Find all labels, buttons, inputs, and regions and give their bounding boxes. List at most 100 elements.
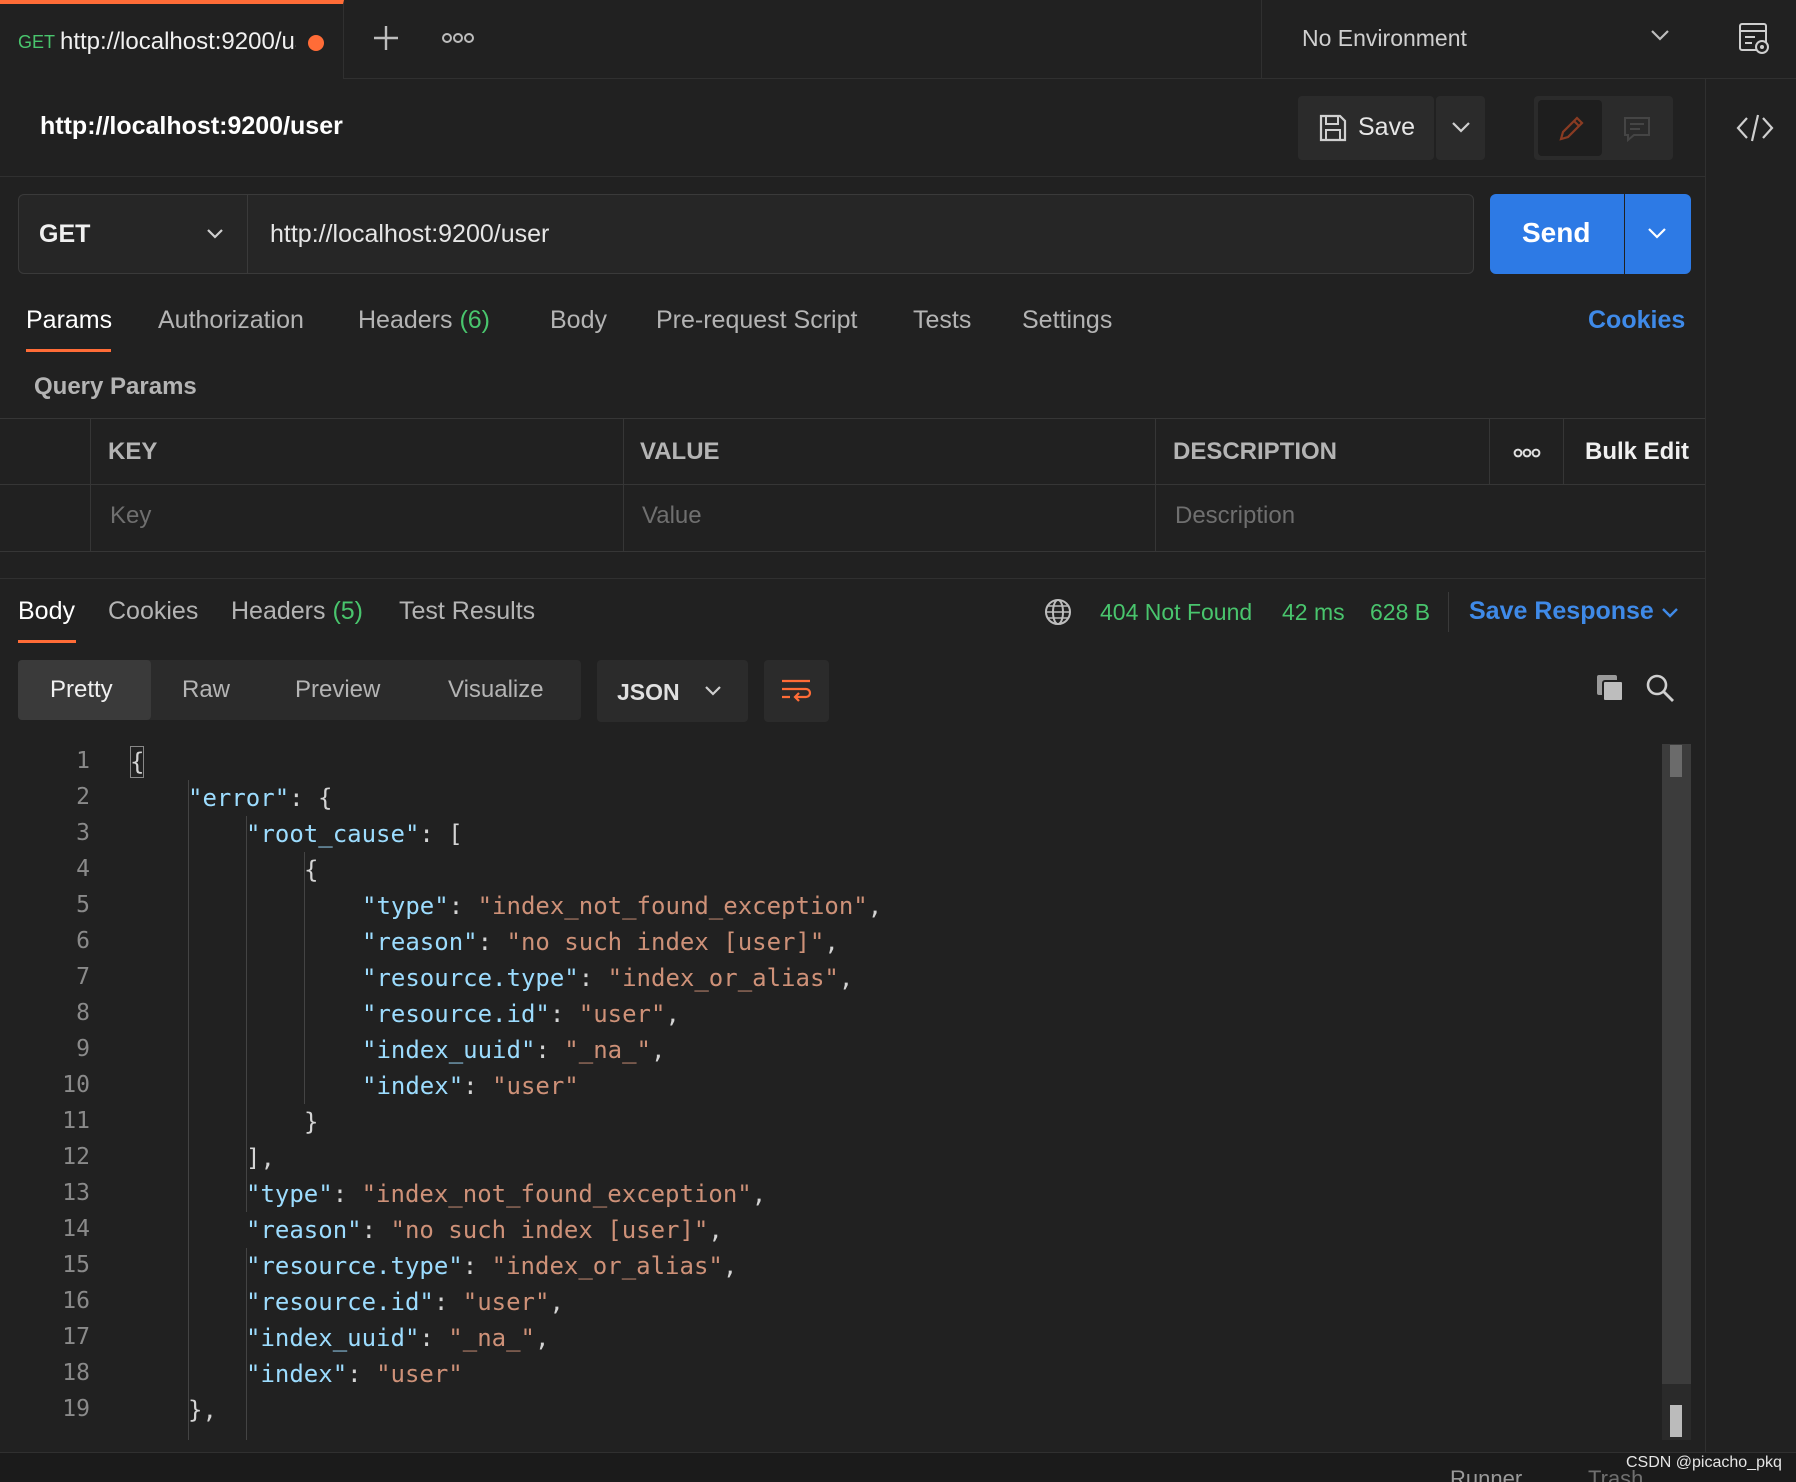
edit-button[interactable] [1538,100,1602,156]
tab-tests[interactable]: Tests [913,306,971,335]
tab-settings[interactable]: Settings [1022,306,1112,335]
bracket-match-highlight [130,746,144,778]
send-options-button[interactable] [1625,194,1691,274]
line-number: 4 [76,856,90,882]
code-line: ], [246,1144,275,1172]
request-title[interactable]: http://localhost:9200/user [40,112,343,141]
json-punctuation: : [578,964,608,992]
indent-guide [246,1248,247,1440]
json-punctuation: { [304,856,319,884]
tab-pre-request-script[interactable]: Pre-request Script [656,306,857,335]
json-punctuation: , [708,1216,723,1244]
environment-select[interactable]: No Environment [1261,0,1697,79]
copy-icon [1597,675,1624,702]
json-key: "error" [188,784,290,812]
json-key: "index_uuid" [362,1036,536,1064]
right-sidebar [1705,79,1796,1452]
chevron-down-icon [1651,30,1669,41]
view-mode-visualize[interactable]: Visualize [448,676,544,704]
cookies-link[interactable]: Cookies [1588,306,1685,335]
tab-options-button[interactable] [440,26,476,50]
json-string: "user" [462,1288,550,1316]
network-info-button[interactable] [1043,597,1073,627]
description-input[interactable]: Description [1175,502,1295,530]
json-key: "index_uuid" [246,1324,420,1352]
wrap-icon [782,679,812,702]
tab-authorization[interactable]: Authorization [158,306,304,335]
code-line: "resource.id": "user", [362,1000,680,1028]
json-punctuation: : [419,1324,449,1352]
code-line: "reason": "no such index [user]", [246,1216,723,1244]
json-key: "resource.type" [362,964,579,992]
tab-headers-count: (6) [459,306,491,334]
json-punctuation: , [751,1180,767,1208]
line-number: 6 [76,928,90,954]
value-input[interactable]: Value [642,502,702,530]
request-tab[interactable]: GET http://localhost:9200/user [0,0,344,79]
divider [0,176,1705,177]
json-punctuation: : [361,1216,391,1244]
code-line: { [304,856,318,884]
tab-body[interactable]: Body [550,306,607,335]
save-options-button[interactable] [1436,96,1485,160]
method-select[interactable]: GET [18,194,248,274]
new-tab-button[interactable] [368,20,404,56]
bulk-edit-button[interactable]: Bulk Edit [1585,438,1689,466]
watermark: CSDN @picacho_pkq [1626,1454,1782,1471]
line-number: 11 [62,1108,90,1134]
code-line: "resource.type": "index_or_alias", [362,964,853,992]
response-size[interactable]: 628 B [1370,599,1430,626]
json-punctuation: : [477,928,507,956]
line-number: 19 [62,1396,90,1422]
save-button[interactable]: Save [1298,96,1434,160]
copy-button[interactable] [1594,672,1626,704]
response-time[interactable]: 42 ms [1282,599,1345,626]
table-divider [1489,418,1490,484]
chevron-down-icon[interactable] [1660,606,1680,620]
code-line: "index_uuid": "_na_", [362,1036,665,1064]
json-punctuation: : [463,1072,493,1100]
json-punctuation: : [433,1288,463,1316]
url-value: http://localhost:9200/user [270,220,550,248]
view-mode-pretty-label[interactable]: Pretty [50,676,113,704]
environment-quick-look-button[interactable] [1736,20,1772,56]
json-punctuation: : [332,1180,362,1208]
table-options-button[interactable] [1512,443,1542,463]
tab-params[interactable]: Params [26,306,112,335]
view-mode-preview[interactable]: Preview [295,676,380,704]
response-tab-headers-count: (5) [332,597,364,625]
runner-button[interactable]: Runner [1450,1466,1522,1482]
tab-headers[interactable]: Headers (6) [358,306,490,335]
send-button[interactable]: Send [1490,194,1624,274]
indent-guide [304,852,305,1104]
key-input[interactable]: Key [110,502,151,530]
code-line: "resource.id": "user", [246,1288,564,1316]
search-button[interactable] [1644,672,1676,704]
json-punctuation: : [535,1036,565,1064]
response-tab-test-results[interactable]: Test Results [399,597,535,626]
url-input[interactable]: http://localhost:9200/user [248,194,1474,274]
response-body-editor[interactable]: 1{2 "error": {3 "root_cause": [4{5 "type": … [0,744,1660,1440]
comments-button[interactable] [1604,100,1668,156]
status-code[interactable]: 404 Not Found [1100,599,1252,626]
wrap-lines-button[interactable] [764,660,829,722]
response-tab-cookies[interactable]: Cookies [108,597,198,626]
json-punctuation: ], [246,1144,275,1172]
column-header-key: KEY [108,438,158,465]
response-divider[interactable] [0,578,1705,579]
json-string: "index_not_found_exception" [361,1180,752,1208]
view-mode-raw[interactable]: Raw [182,676,230,704]
response-tab-headers[interactable]: Headers (5) [231,597,363,626]
json-punctuation: : [347,1360,377,1388]
code-snippet-button[interactable] [1735,110,1775,146]
json-key: "index" [362,1072,464,1100]
active-tab-indicator [18,640,76,643]
response-tab-body[interactable]: Body [18,597,75,626]
active-tab-indicator [26,349,111,352]
code-line: "error": { [188,784,333,812]
line-number: 9 [76,1036,90,1062]
code-line: "reason": "no such index [user]", [362,928,839,956]
save-response-button[interactable]: Save Response [1469,597,1654,626]
editor-scrollbar-thumb[interactable] [1662,744,1691,1384]
format-select[interactable]: JSON [597,660,748,722]
